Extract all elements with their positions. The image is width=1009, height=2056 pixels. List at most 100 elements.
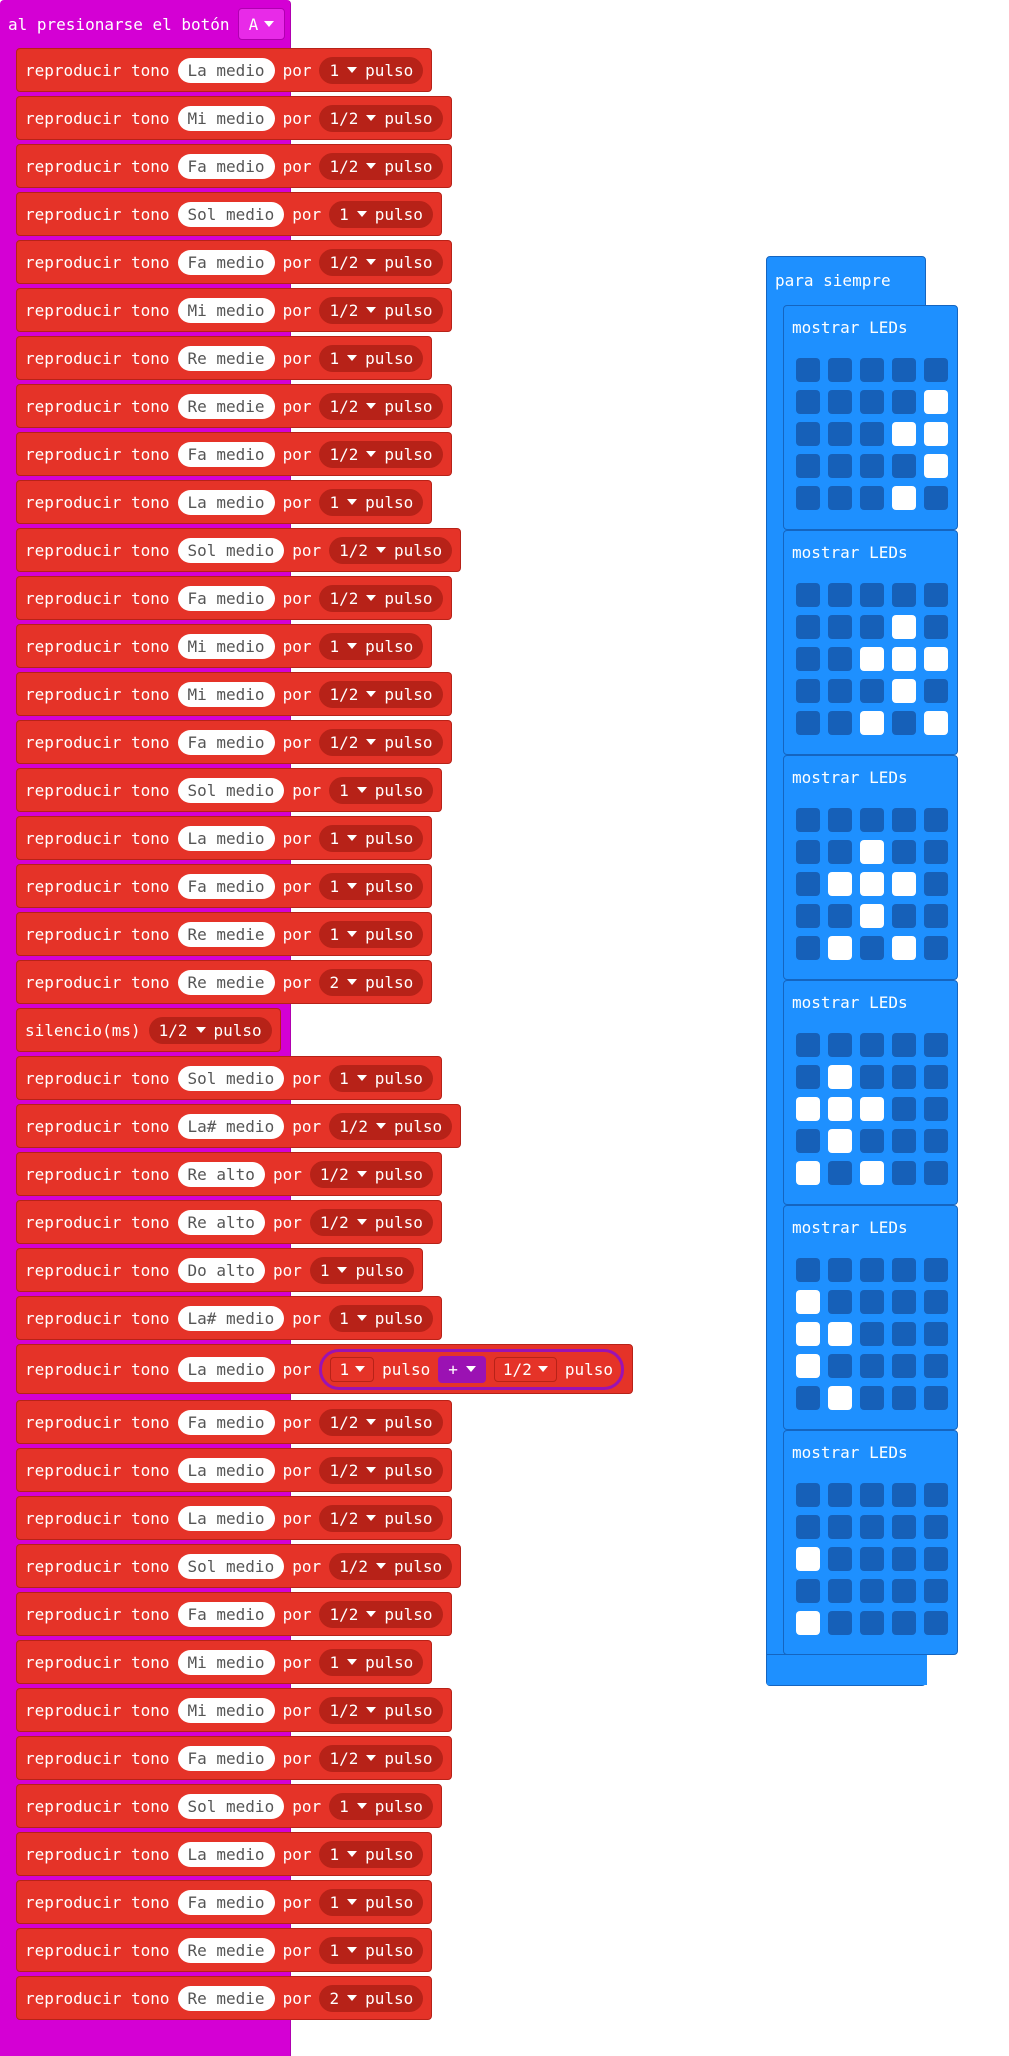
beat-dropdown[interactable]: 1/2 pulso (319, 248, 443, 276)
note-field[interactable]: Fa medio (177, 585, 275, 611)
led-cell[interactable] (860, 647, 884, 671)
led-cell[interactable] (860, 1065, 884, 1089)
play-tone-block[interactable]: reproducir tono La# medio por 1/2 pulso (16, 1104, 462, 1148)
led-cell[interactable] (892, 615, 916, 639)
led-cell[interactable] (828, 1161, 852, 1185)
play-tone-block[interactable]: reproducir tono Fa medio por 1 pulso (16, 1880, 433, 1924)
led-cell[interactable] (828, 1483, 852, 1507)
led-cell[interactable] (860, 486, 884, 510)
led-cell[interactable] (892, 1483, 916, 1507)
led-cell[interactable] (796, 1354, 820, 1378)
beat-dropdown[interactable]: 1/2 pulso (319, 296, 443, 324)
led-cell[interactable] (924, 1547, 948, 1571)
beat-dropdown[interactable]: 1/2 pulso (148, 1016, 272, 1044)
beat-dropdown[interactable]: 1 pulso (329, 200, 433, 228)
note-field[interactable]: Mi medio (177, 633, 275, 659)
led-cell[interactable] (892, 1547, 916, 1571)
led-cell[interactable] (860, 583, 884, 607)
play-tone-block[interactable]: reproducir tono Mi medio por 1/2 pulso (16, 1688, 452, 1732)
beat-dropdown[interactable]: 1 pulso (319, 632, 424, 660)
led-cell[interactable] (892, 904, 916, 928)
play-tone-block[interactable]: reproducir tono Re medie por 1/2 pulso (16, 384, 452, 428)
led-cell[interactable] (892, 1290, 916, 1314)
led-cell[interactable] (796, 679, 820, 703)
led-cell[interactable] (924, 1515, 948, 1539)
show-leds-block[interactable]: mostrar LEDs (783, 755, 958, 980)
play-tone-block[interactable]: reproducir tono Mi medio por 1/2 pulso (16, 672, 452, 716)
led-cell[interactable] (924, 904, 948, 928)
play-tone-block[interactable]: reproducir tono Sol medio por 1/2 pulso (16, 1544, 462, 1588)
beat-dropdown[interactable]: 1/2 pulso (319, 440, 443, 468)
led-cell[interactable] (796, 422, 820, 446)
led-cell[interactable] (892, 679, 916, 703)
led-cell[interactable] (892, 1065, 916, 1089)
note-field[interactable]: Fa medio (177, 1601, 275, 1627)
play-tone-block[interactable]: reproducir tono Sol medio por 1 pulso (16, 1056, 442, 1100)
play-tone-block[interactable]: reproducir tono Re medie por 1 pulso (16, 912, 433, 956)
led-cell[interactable] (860, 1386, 884, 1410)
beat-dropdown[interactable]: 1 pulso (329, 1792, 433, 1820)
led-cell[interactable] (924, 808, 948, 832)
led-cell[interactable] (860, 454, 884, 478)
led-cell[interactable] (924, 840, 948, 864)
led-cell[interactable] (796, 872, 820, 896)
play-tone-block[interactable]: reproducir tono Mi medio por 1/2 pulso (16, 288, 452, 332)
led-cell[interactable] (860, 1322, 884, 1346)
led-cell[interactable] (860, 936, 884, 960)
note-field[interactable]: Fa medio (177, 729, 275, 755)
led-cell[interactable] (796, 1386, 820, 1410)
beat-dropdown[interactable]: 1/2 pulso (319, 392, 443, 420)
led-cell[interactable] (828, 1129, 852, 1153)
led-cell[interactable] (892, 583, 916, 607)
note-field[interactable]: Fa medio (177, 1745, 275, 1771)
note-field[interactable]: Fa medio (177, 153, 275, 179)
led-cell[interactable] (860, 840, 884, 864)
led-cell[interactable] (860, 1515, 884, 1539)
note-field[interactable]: Sol medio (177, 1065, 285, 1091)
beat-dropdown[interactable]: 1 pulso (309, 1256, 414, 1284)
beat-dropdown[interactable]: 1/2 pulso (319, 152, 443, 180)
beat-dropdown[interactable]: 1/2 pulso (319, 728, 443, 756)
play-tone-block[interactable]: reproducir tono La medio por 1 pulso (16, 480, 433, 524)
led-cell[interactable] (924, 1290, 948, 1314)
led-cell[interactable] (924, 390, 948, 414)
led-cell[interactable] (796, 1258, 820, 1282)
play-tone-block[interactable]: reproducir tono Re medie por 1 pulso (16, 336, 433, 380)
led-cell[interactable] (860, 679, 884, 703)
led-cell[interactable] (924, 936, 948, 960)
note-field[interactable]: Mi medio (177, 297, 275, 323)
led-cell[interactable] (828, 872, 852, 896)
note-field[interactable]: Re medie (177, 345, 275, 371)
led-cell[interactable] (892, 358, 916, 382)
led-cell[interactable] (796, 808, 820, 832)
beat-dropdown[interactable]: 1 pulso (329, 1064, 433, 1092)
led-cell[interactable] (892, 1354, 916, 1378)
led-cell[interactable] (860, 808, 884, 832)
play-tone-block[interactable]: reproducir tono Mi medio por 1/2 pulso (16, 96, 452, 140)
play-tone-block[interactable]: reproducir tono Fa medio por 1/2 pulso (16, 144, 452, 188)
beat-dropdown[interactable]: 1 pulso (329, 1304, 433, 1332)
beat-dropdown[interactable]: 1/2 pulso (329, 1552, 453, 1580)
led-cell[interactable] (828, 1611, 852, 1635)
led-cell[interactable] (860, 390, 884, 414)
play-tone-block[interactable]: reproducir tono Re medie por 2 pulso (16, 960, 433, 1004)
led-cell[interactable] (892, 840, 916, 864)
led-cell[interactable] (796, 1322, 820, 1346)
led-cell[interactable] (924, 1386, 948, 1410)
led-cell[interactable] (828, 936, 852, 960)
play-tone-block[interactable]: reproducir tono Sol medio por 1 pulso (16, 192, 442, 236)
led-cell[interactable] (924, 422, 948, 446)
led-cell[interactable] (828, 1033, 852, 1057)
led-cell[interactable] (924, 1065, 948, 1089)
led-cell[interactable] (828, 904, 852, 928)
led-cell[interactable] (892, 1097, 916, 1121)
note-field[interactable]: La# medio (177, 1305, 285, 1331)
led-cell[interactable] (860, 1483, 884, 1507)
play-tone-block[interactable]: reproducir tono Sol medio por 1/2 pulso (16, 528, 462, 572)
led-cell[interactable] (828, 840, 852, 864)
play-tone-block[interactable]: reproducir tono Re alto por 1/2 pulso (16, 1200, 442, 1244)
led-cell[interactable] (860, 1547, 884, 1571)
note-field[interactable]: La medio (177, 1457, 275, 1483)
beat-dropdown[interactable]: 1/2 pulso (329, 536, 453, 564)
led-cell[interactable] (860, 1290, 884, 1314)
